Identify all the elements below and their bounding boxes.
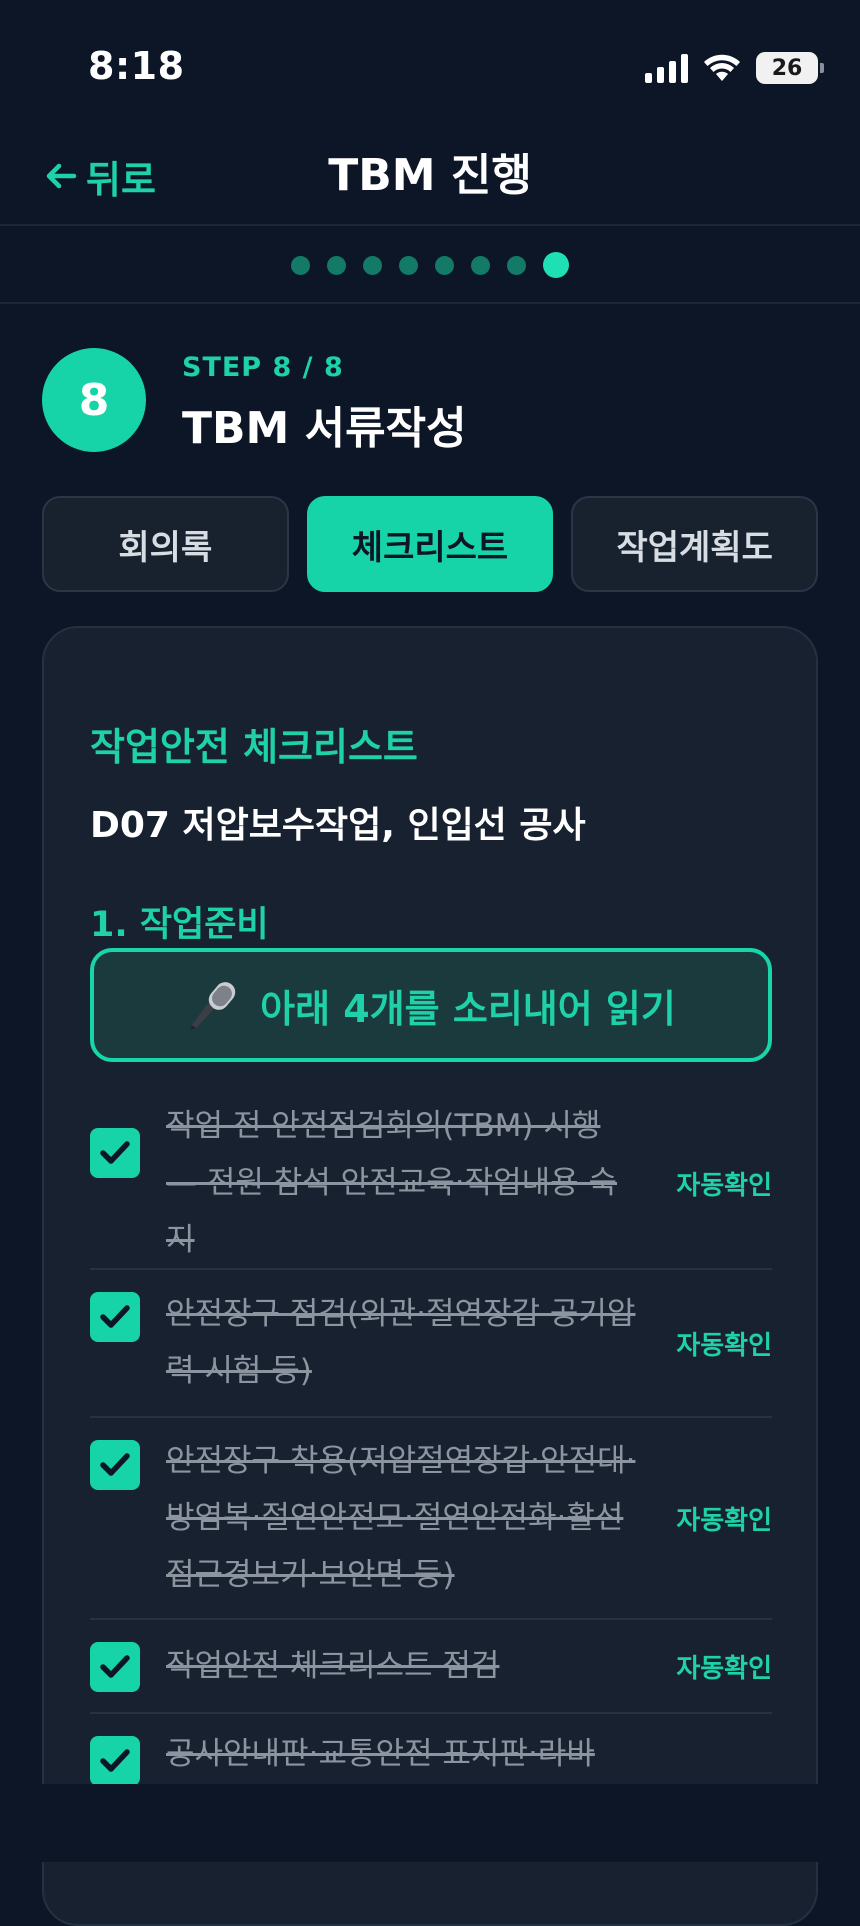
auto-confirm-badge: 자동확인 xyxy=(676,1170,772,1201)
progress-dot-current xyxy=(543,252,569,278)
arrow-left-icon xyxy=(46,163,77,189)
step-header: 8 STEP 8 / 8 TBM 서류작성 xyxy=(42,348,822,454)
auto-confirm-badge: 자동확인 xyxy=(676,1505,772,1536)
checkbox-checked[interactable] xyxy=(90,1292,140,1342)
read-aloud-label: 아래 4개를 소리내어 읽기 xyxy=(260,986,676,1031)
checklist-item-text: 작업 전 안전점검회의(TBM) 시행 — 전원 참석 안전교육·작업내용 숙지 xyxy=(166,1107,618,1258)
bottom-safe-area xyxy=(0,1784,860,1862)
cellular-signal-icon xyxy=(645,53,688,83)
auto-confirm-badge: 자동확인 xyxy=(676,1330,772,1361)
tab-checklist[interactable]: 체크리스트 xyxy=(306,496,554,592)
section-title: 1. 작업준비 xyxy=(90,905,269,945)
progress-dot xyxy=(435,255,454,275)
checklist-item: 작업 전 안전점검회의(TBM) 시행 — 전원 참석 안전교육·작업내용 숙지… xyxy=(90,1098,772,1270)
checkbox-checked[interactable] xyxy=(90,1642,140,1692)
document-tabs: 회의록 체크리스트 작업계획도 xyxy=(42,496,819,592)
checklist-item: 안전장구 점검(외관·절연장갑 공기압력 시험 등) 자동확인 xyxy=(90,1270,772,1418)
checklist: 작업 전 안전점검회의(TBM) 시행 — 전원 참석 안전교육·작업내용 숙지… xyxy=(90,1098,772,1834)
progress-dot xyxy=(363,255,382,275)
check-icon xyxy=(100,1141,130,1164)
check-icon xyxy=(100,1749,130,1772)
back-label: 뒤로 xyxy=(86,157,156,202)
battery-level: 26 xyxy=(771,55,803,81)
checkbox-checked[interactable] xyxy=(90,1128,140,1178)
check-icon xyxy=(100,1305,130,1328)
microphone-icon xyxy=(190,982,236,1029)
step-label: STEP 8 / 8 xyxy=(182,352,344,383)
step-number-badge: 8 xyxy=(42,348,146,452)
checklist-item-text: 안전장구 착용(저압절연장갑·안전대·방염복·절연안전모·절연안전화·활선접근경… xyxy=(166,1442,636,1593)
card-title: 작업안전 체크리스트 xyxy=(90,725,418,769)
tab-work-plan[interactable]: 작업계획도 xyxy=(571,496,819,592)
check-icon xyxy=(100,1655,130,1678)
wifi-icon xyxy=(702,53,742,83)
read-aloud-button[interactable]: 아래 4개를 소리내어 읽기 xyxy=(90,948,772,1062)
checklist-card: 작업안전 체크리스트 D07 저압보수작업, 인입선 공사 1. 작업준비 아래… xyxy=(42,626,818,1926)
checklist-item: 작업안전 체크리스트 점검 자동확인 xyxy=(90,1620,772,1714)
tab-minutes[interactable]: 회의록 xyxy=(42,496,289,592)
checkbox-checked[interactable] xyxy=(90,1736,140,1786)
checklist-item-text: 작업안전 체크리스트 점검 xyxy=(166,1647,500,1684)
nav-bar: TBM 진행 뒤로 xyxy=(0,130,860,226)
checklist-item: 안전장구 착용(저압절연장갑·안전대·방염복·절연안전모·절연안전화·활선접근경… xyxy=(90,1418,772,1620)
step-progress-indicator xyxy=(0,228,860,304)
checklist-item-text: 안전장구 점검(외관·절연장갑 공기압력 시험 등) xyxy=(166,1296,636,1389)
checklist-item-text: 공사안내판·교통안전 표지판·라바 xyxy=(166,1736,595,1772)
checkbox-checked[interactable] xyxy=(90,1440,140,1490)
card-subtitle: D07 저압보수작업, 인입선 공사 xyxy=(90,805,586,846)
status-icons: 26 xyxy=(645,50,824,86)
step-title: TBM 서류작성 xyxy=(182,403,467,454)
progress-dot xyxy=(291,255,310,275)
battery-icon: 26 xyxy=(756,52,824,84)
progress-dot xyxy=(327,255,346,275)
auto-confirm-badge: 자동확인 xyxy=(676,1653,772,1684)
check-icon xyxy=(100,1453,130,1476)
progress-dot xyxy=(399,255,418,275)
progress-dot xyxy=(507,255,526,275)
status-time: 8:18 xyxy=(88,44,185,88)
progress-dot xyxy=(471,255,490,275)
status-bar: 8:18 26 xyxy=(0,0,860,130)
back-button[interactable]: 뒤로 xyxy=(44,146,156,206)
